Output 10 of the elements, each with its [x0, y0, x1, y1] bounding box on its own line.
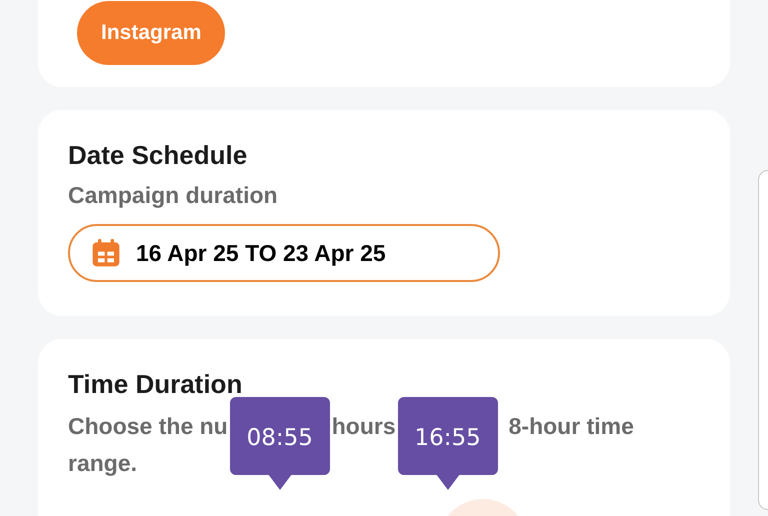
- calendar-icon: [90, 237, 122, 269]
- time-tooltip: 08:55: [230, 397, 330, 490]
- description-text: 8-hour time: [508, 412, 634, 441]
- section-subtitle: Campaign duration: [68, 181, 279, 210]
- description-text: range.: [68, 449, 138, 478]
- time-tooltip: 16:55: [398, 397, 498, 490]
- date-range-field[interactable]: 16 Apr 25 TO 23 Apr 25: [68, 224, 500, 282]
- description-text: hours: [332, 412, 396, 441]
- section-title: Date Schedule: [68, 139, 248, 172]
- description-text: Choose the nu: [68, 412, 228, 441]
